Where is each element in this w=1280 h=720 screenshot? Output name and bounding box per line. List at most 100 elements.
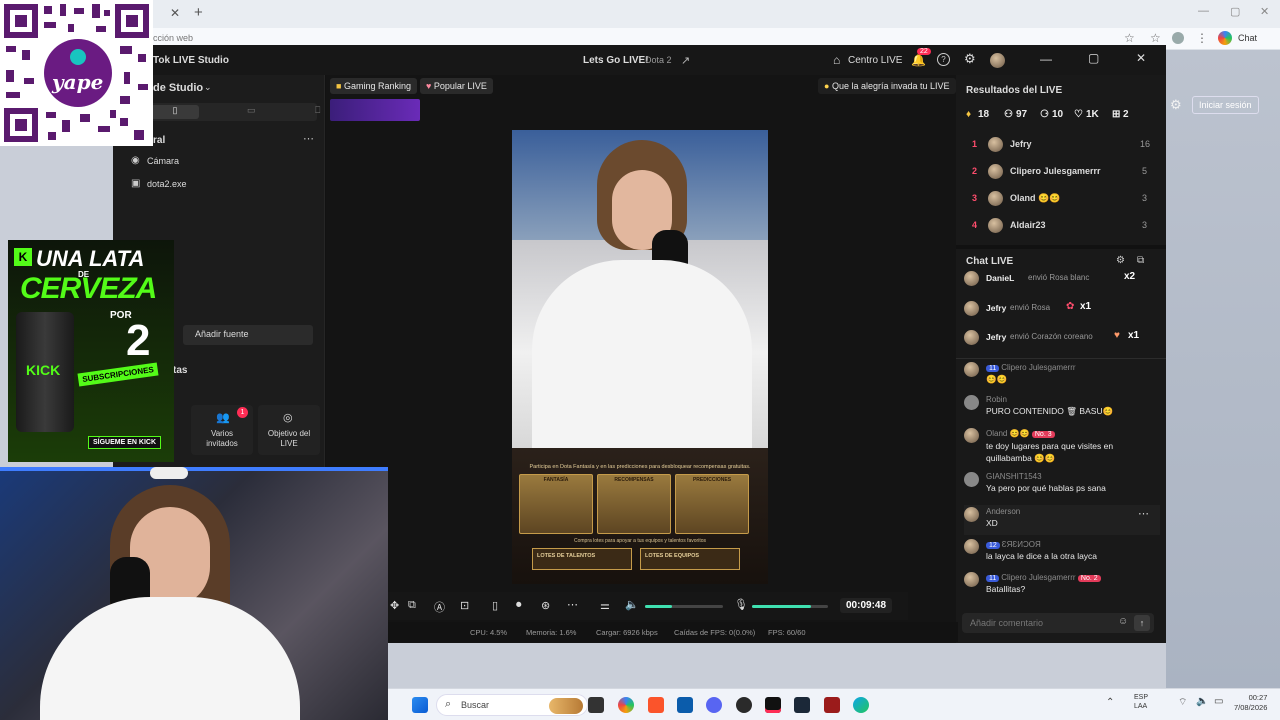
tray-chevron-icon[interactable]: ⌃ xyxy=(1106,697,1114,708)
record-icon[interactable]: ⏺ xyxy=(516,599,522,612)
ai-icon[interactable]: Ⓐ xyxy=(434,599,445,615)
chat-button[interactable]: Chat xyxy=(1238,33,1257,43)
taskbar-search[interactable]: ⌕ Buscar xyxy=(436,694,588,716)
gift-sender: DanieL xyxy=(986,273,1015,283)
event-banner[interactable] xyxy=(330,99,420,121)
split-layout-icon[interactable]: ⎕ xyxy=(315,105,320,116)
stat-likes: 1K xyxy=(1086,109,1099,120)
send-icon[interactable]: ↑ xyxy=(1134,615,1150,631)
ranking-row[interactable]: 2 Clipero Julesgamerrr 5 xyxy=(968,162,1154,182)
clock[interactable]: 00:27 7/08/2026 xyxy=(1234,693,1267,713)
home-icon[interactable]: ⌂ xyxy=(833,53,840,67)
more-controls-icon[interactable]: ⋯ xyxy=(567,598,578,611)
help-icon[interactable]: ? xyxy=(937,53,950,66)
volume-icon[interactable]: 🔈 xyxy=(1196,696,1208,707)
copy-icon[interactable]: ⧉ xyxy=(408,599,416,612)
live-goal-tool[interactable]: ◎ Objetivo del LIVE xyxy=(258,405,320,455)
app-close-icon[interactable]: ✕ xyxy=(1136,51,1146,65)
gift-multiplier: x1 xyxy=(1128,330,1140,341)
stream-title[interactable]: Lets Go LIVE! xyxy=(583,55,649,66)
share-icon[interactable]: ↗ xyxy=(681,54,690,67)
capture-icon[interactable]: ⊛ xyxy=(541,599,550,612)
favorites-icon[interactable]: ☆ xyxy=(1150,31,1161,45)
lot-label: LOTES DE TALENTOS xyxy=(537,553,596,559)
gift-multiplier: x1 xyxy=(1080,301,1092,312)
chevron-down-icon[interactable]: ⌄ xyxy=(204,82,212,93)
stats-row: ♦ 18 ⚇ 97 ⚆ 10 ♡ 1K ⊞ 2 xyxy=(966,109,1156,123)
steam-icon[interactable] xyxy=(794,697,810,713)
wifi-icon[interactable]: ⌔ xyxy=(1178,696,1187,709)
task-view-icon[interactable] xyxy=(588,697,604,713)
settings-gear-icon[interactable]: ⚙ xyxy=(964,51,976,67)
volume-slider[interactable] xyxy=(645,605,723,608)
chat-message[interactable]: Robin PURO CONTENIDO 🗑 BASU😊 xyxy=(964,395,1160,417)
chat-message[interactable]: 12 ƐЯƐИƆOЯ la layca le dice a la otra lay… xyxy=(964,539,1160,561)
comment-box[interactable]: Añadir comentario ☺ ↑ xyxy=(962,613,1154,633)
chat-message[interactable]: 11 Clipero Julesgamerrr 😊😊 xyxy=(964,362,1160,385)
chat-message[interactable]: GIANSHIT1543 Ya pero por qué hablas ps s… xyxy=(964,472,1160,493)
multi-guest-tool[interactable]: 👥 1 Varios invitados xyxy=(191,405,253,455)
portrait-layout-icon[interactable]: ▯ xyxy=(151,105,199,119)
app-maximize-icon[interactable]: ▢ xyxy=(1088,51,1099,65)
windows-start-icon[interactable] xyxy=(412,697,428,713)
fit-icon[interactable]: ⊡ xyxy=(460,599,469,612)
settings-icon[interactable]: ⚙ xyxy=(1170,97,1182,113)
tag-popular-live[interactable]: ♥ Popular LIVE xyxy=(420,78,493,94)
user-avatar[interactable] xyxy=(990,53,1005,68)
new-tab-icon[interactable]: + xyxy=(194,4,203,21)
team-lots: LOTES DE EQUIPOS xyxy=(640,548,740,570)
landscape-layout-icon[interactable]: ▭ xyxy=(247,105,256,116)
comment-input[interactable]: Añadir comentario xyxy=(970,618,1043,628)
tiktok-studio-icon[interactable] xyxy=(765,697,781,713)
more-icon[interactable]: ⋮ xyxy=(1196,31,1208,45)
dota2-icon[interactable] xyxy=(824,697,840,713)
centro-live-link[interactable]: Centro LIVE xyxy=(848,55,902,66)
emoji-icon[interactable]: ☺ xyxy=(1118,616,1128,627)
language-indicator[interactable]: ESP LAA xyxy=(1134,693,1148,711)
chat-settings-icon[interactable]: ⚙ xyxy=(1116,255,1125,266)
source-group-label[interactable]: ral xyxy=(153,135,165,146)
profile-avatar[interactable] xyxy=(1172,32,1184,44)
chat-message[interactable]: Anderson XD ⋯ xyxy=(964,505,1160,535)
copilot-app-icon[interactable] xyxy=(618,697,634,713)
close-window-icon[interactable]: ✕ xyxy=(1260,5,1269,18)
message-more-icon[interactable]: ⋯ xyxy=(1138,507,1149,520)
source-camera[interactable]: Cámara xyxy=(147,156,179,166)
minimize-icon[interactable]: — xyxy=(1198,5,1209,17)
store-icon[interactable] xyxy=(677,697,693,713)
mic-slider[interactable] xyxy=(752,605,828,608)
discord-icon[interactable] xyxy=(706,697,722,713)
brave-icon[interactable] xyxy=(648,697,664,713)
transform-icon[interactable]: ✥ xyxy=(390,599,399,612)
add-source-button[interactable]: Añadir fuente xyxy=(183,325,313,345)
microphone-icon[interactable]: 🎙 xyxy=(734,598,748,611)
chat-message[interactable]: 11 Clipero Julesgamerrr No. 2 Batallitas? xyxy=(964,572,1160,594)
bookmark-icon[interactable]: ☆ xyxy=(1124,31,1135,45)
goal-text[interactable]: ● Que la alegría invada tu LIVE xyxy=(818,78,956,94)
speaker-icon[interactable]: 🔈 xyxy=(625,598,639,611)
bell-icon[interactable]: 🔔 xyxy=(911,53,926,67)
battery-icon[interactable]: ▭ xyxy=(1214,696,1223,707)
source-dota2[interactable]: dota2.exe xyxy=(147,179,187,189)
tag-gaming-ranking[interactable]: ■ Gaming Ranking xyxy=(330,78,417,94)
copilot-icon[interactable] xyxy=(1218,31,1232,45)
chat-text: te doy lugares para que visites en quill… xyxy=(986,441,1114,463)
scene-selector[interactable]: de Studio xyxy=(153,82,203,94)
ranking-row[interactable]: 3 Oland 😊😊 3 xyxy=(968,189,1154,209)
app-minimize-icon[interactable]: — xyxy=(1040,52,1052,66)
more-options-icon[interactable]: ⋯ xyxy=(303,132,314,145)
popout-icon[interactable]: ⧉ xyxy=(1137,255,1144,266)
edge-icon[interactable] xyxy=(853,697,869,713)
close-tab-icon[interactable]: ✕ xyxy=(170,6,180,20)
ranking-row[interactable]: 4 Aldair23 3 xyxy=(968,216,1154,236)
chat-message[interactable]: Oland 😊😊 No. 3 te doy lugares para que v… xyxy=(964,428,1160,464)
title-bar: Tok LIVE Studio Lets Go LIVE! Dota 2 ↗ ⌂… xyxy=(113,45,1166,75)
phone-icon[interactable]: ▯ xyxy=(492,599,498,612)
obs-icon[interactable] xyxy=(736,697,752,713)
mixer-icon[interactable]: ⚌ xyxy=(600,599,610,612)
maximize-icon[interactable]: ▢ xyxy=(1230,5,1240,18)
ranking-row[interactable]: 1 Jefry 16 xyxy=(968,135,1154,155)
address-input[interactable]: ección web xyxy=(148,33,193,43)
login-button[interactable]: Iniciar sesión xyxy=(1192,96,1259,114)
rank-position: 3 xyxy=(972,193,978,203)
